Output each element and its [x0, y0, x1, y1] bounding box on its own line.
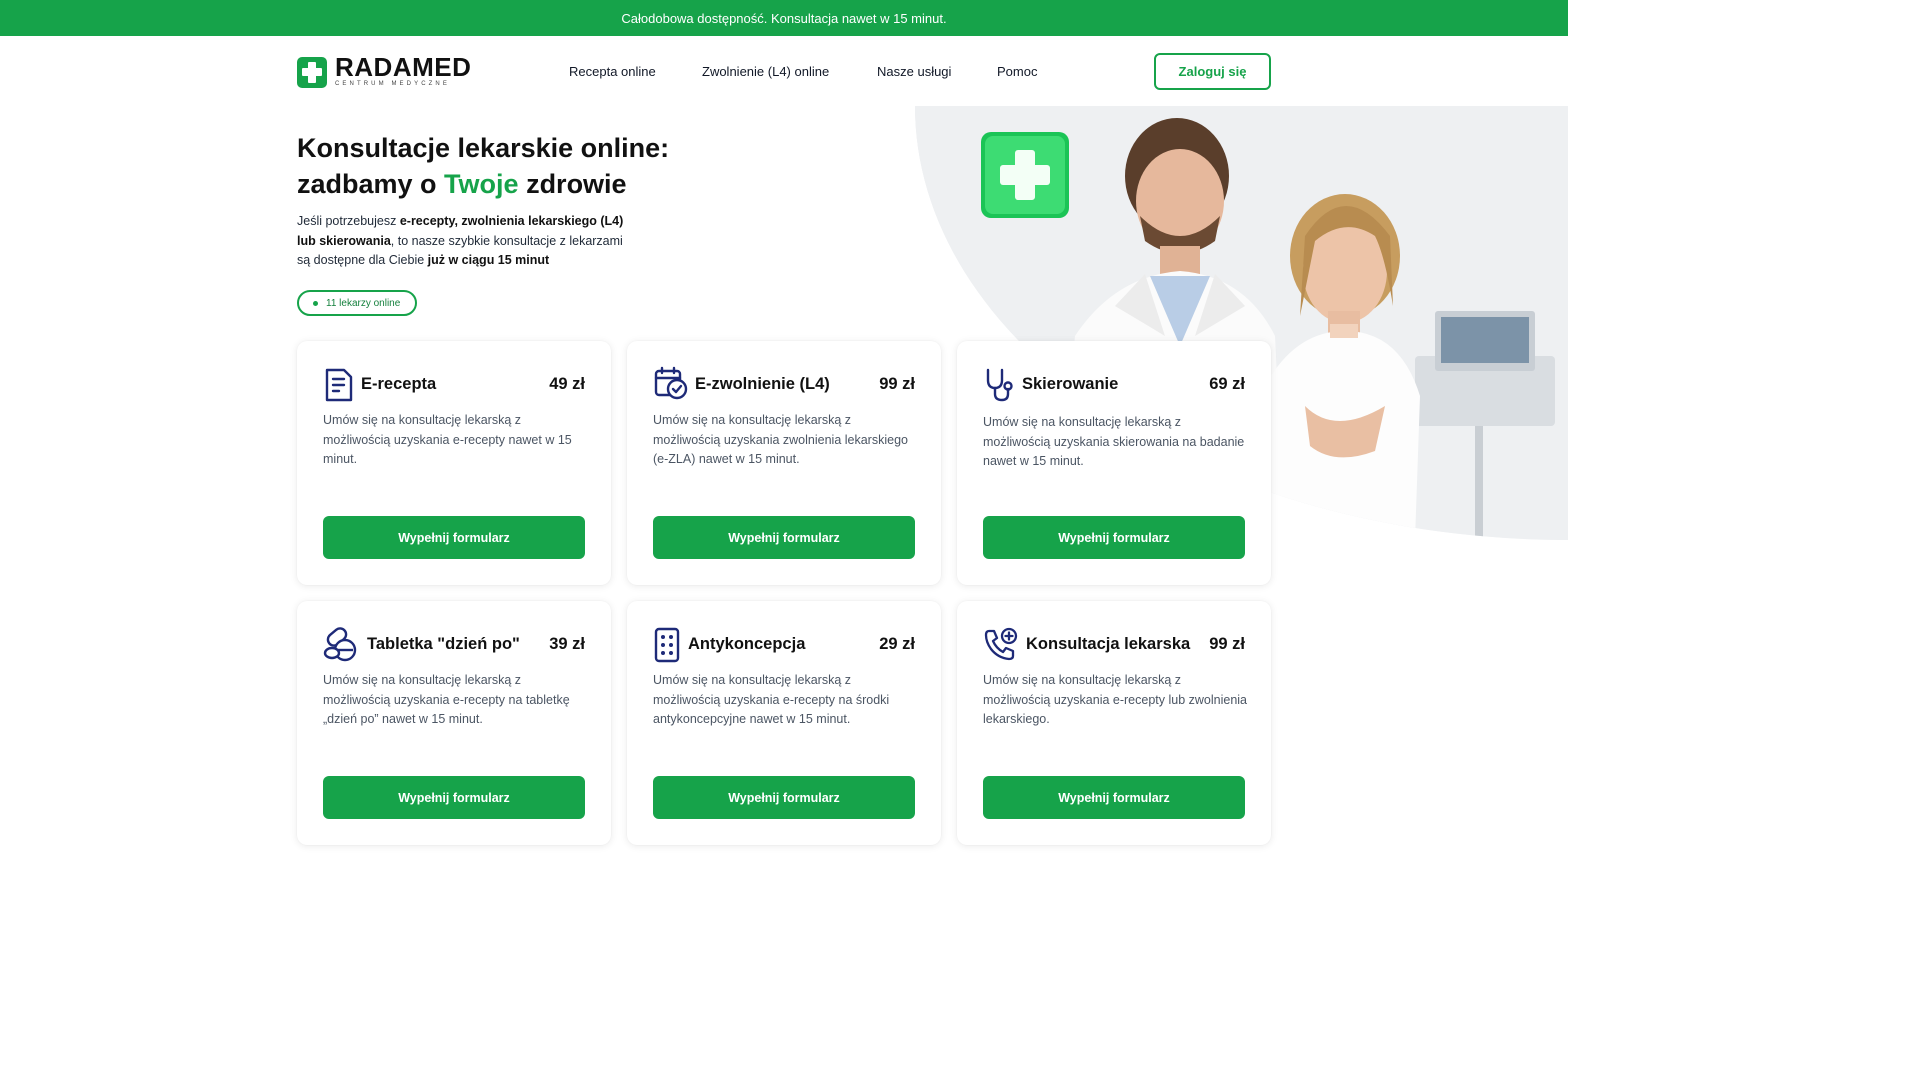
- hero-title: Konsultacje lekarskie online: zadbamy o …: [297, 130, 669, 202]
- card-price: 69 zł: [1209, 375, 1245, 393]
- card-description: Umów się na konsultację lekarską z możli…: [653, 413, 908, 467]
- online-status-dot-icon: [313, 300, 318, 306]
- pills-icon: [323, 627, 357, 662]
- doctors-online-badge: 11 lekarzy online: [297, 290, 417, 316]
- fill-form-button[interactable]: Wypełnij formularz: [983, 516, 1245, 559]
- hero-desc-bold2: już w ciągu 15 minut: [427, 253, 550, 268]
- nav-pomoc[interactable]: Pomoc: [997, 64, 1037, 79]
- medical-cross-icon: [297, 56, 327, 88]
- card-description: Umów się na konsultację lekarską z możli…: [983, 415, 1245, 469]
- hero-title-line1: Konsultacje lekarskie online:: [297, 133, 670, 163]
- phone-plus-icon: [984, 627, 1018, 661]
- prescription-document-icon: [325, 368, 353, 402]
- service-card-e-zwolnienie: E-zwolnienie (L4) 99 zł Umów się na kons…: [627, 341, 941, 585]
- hero-title-line2-post: zdrowie: [518, 169, 627, 199]
- card-price: 99 zł: [879, 375, 915, 393]
- brand-name: RADAMED: [335, 52, 472, 82]
- card-price: 49 zł: [549, 375, 585, 393]
- service-card-konsultacja: Konsultacja lekarska 99 zł Umów się na k…: [957, 601, 1271, 845]
- stethoscope-icon: [986, 368, 1013, 402]
- brand-wordmark: RADAMED CENTRUM MEDYCZNE: [335, 52, 472, 89]
- nav-nasze-uslugi[interactable]: Nasze usługi: [877, 64, 951, 79]
- pill-blister-icon: [654, 627, 680, 663]
- card-title: Konsultacja lekarska: [1026, 635, 1191, 653]
- fill-form-button[interactable]: Wypełnij formularz: [653, 776, 915, 819]
- card-description: Umów się na konsultację lekarską z możli…: [323, 673, 570, 727]
- doctors-online-text: 11 lekarzy online: [326, 297, 401, 309]
- service-card-skierowanie: Skierowanie 69 zł Umów się na konsultacj…: [957, 341, 1271, 585]
- card-price: 29 zł: [879, 635, 915, 653]
- hero-description: Jeśli potrzebujesz e-recepty, zwolnienia…: [297, 212, 627, 271]
- hero-title-accent: Twoje: [444, 169, 519, 199]
- card-title: Antykoncepcja: [688, 635, 806, 653]
- hero-title-line2-pre: zadbamy o: [297, 169, 445, 199]
- fill-form-button[interactable]: Wypełnij formularz: [323, 776, 585, 819]
- card-description: Umów się na konsultację lekarską z możli…: [323, 413, 572, 467]
- announcement-bar: Całodobowa dostępność. Konsultacja nawet…: [0, 0, 1568, 36]
- nav-recepta-online[interactable]: Recepta online: [569, 64, 656, 79]
- card-description: Umów się na konsultację lekarską z możli…: [653, 673, 890, 727]
- card-price: 39 zł: [549, 635, 585, 653]
- service-card-antykoncepcja: Antykoncepcja 29 zł Umów się na konsulta…: [627, 601, 941, 845]
- service-card-tabletka-dzien-po: Tabletka "dzień po" 39 zł Umów się na ko…: [297, 601, 611, 845]
- card-title: Tabletka "dzień po": [367, 635, 520, 653]
- brand-tagline: CENTRUM MEDYCZNE: [335, 81, 450, 87]
- card-price: 99 zł: [1209, 635, 1245, 653]
- card-title: E-zwolnienie (L4): [695, 375, 830, 393]
- fill-form-button[interactable]: Wypełnij formularz: [323, 516, 585, 559]
- site-header: RADAMED CENTRUM MEDYCZNE Recepta online …: [0, 36, 1568, 106]
- fill-form-button[interactable]: Wypełnij formularz: [653, 516, 915, 559]
- service-card-e-recepta: E-recepta 49 zł Umów się na konsultację …: [297, 341, 611, 585]
- login-button[interactable]: Zaloguj się: [1154, 53, 1271, 90]
- fill-form-button[interactable]: Wypełnij formularz: [983, 776, 1245, 819]
- card-title: E-recepta: [361, 375, 437, 393]
- brand-logo[interactable]: RADAMED CENTRUM MEDYCZNE: [297, 52, 472, 89]
- calendar-check-icon: [654, 366, 688, 400]
- announcement-text: Całodobowa dostępność. Konsultacja nawet…: [621, 10, 947, 26]
- card-description: Umów się na konsultację lekarską z możli…: [983, 673, 1248, 727]
- card-title: Skierowanie: [1022, 375, 1119, 393]
- hero-desc-part1: Jeśli potrzebujesz: [297, 214, 400, 228]
- nav-zwolnienie-online[interactable]: Zwolnienie (L4) online: [702, 64, 829, 79]
